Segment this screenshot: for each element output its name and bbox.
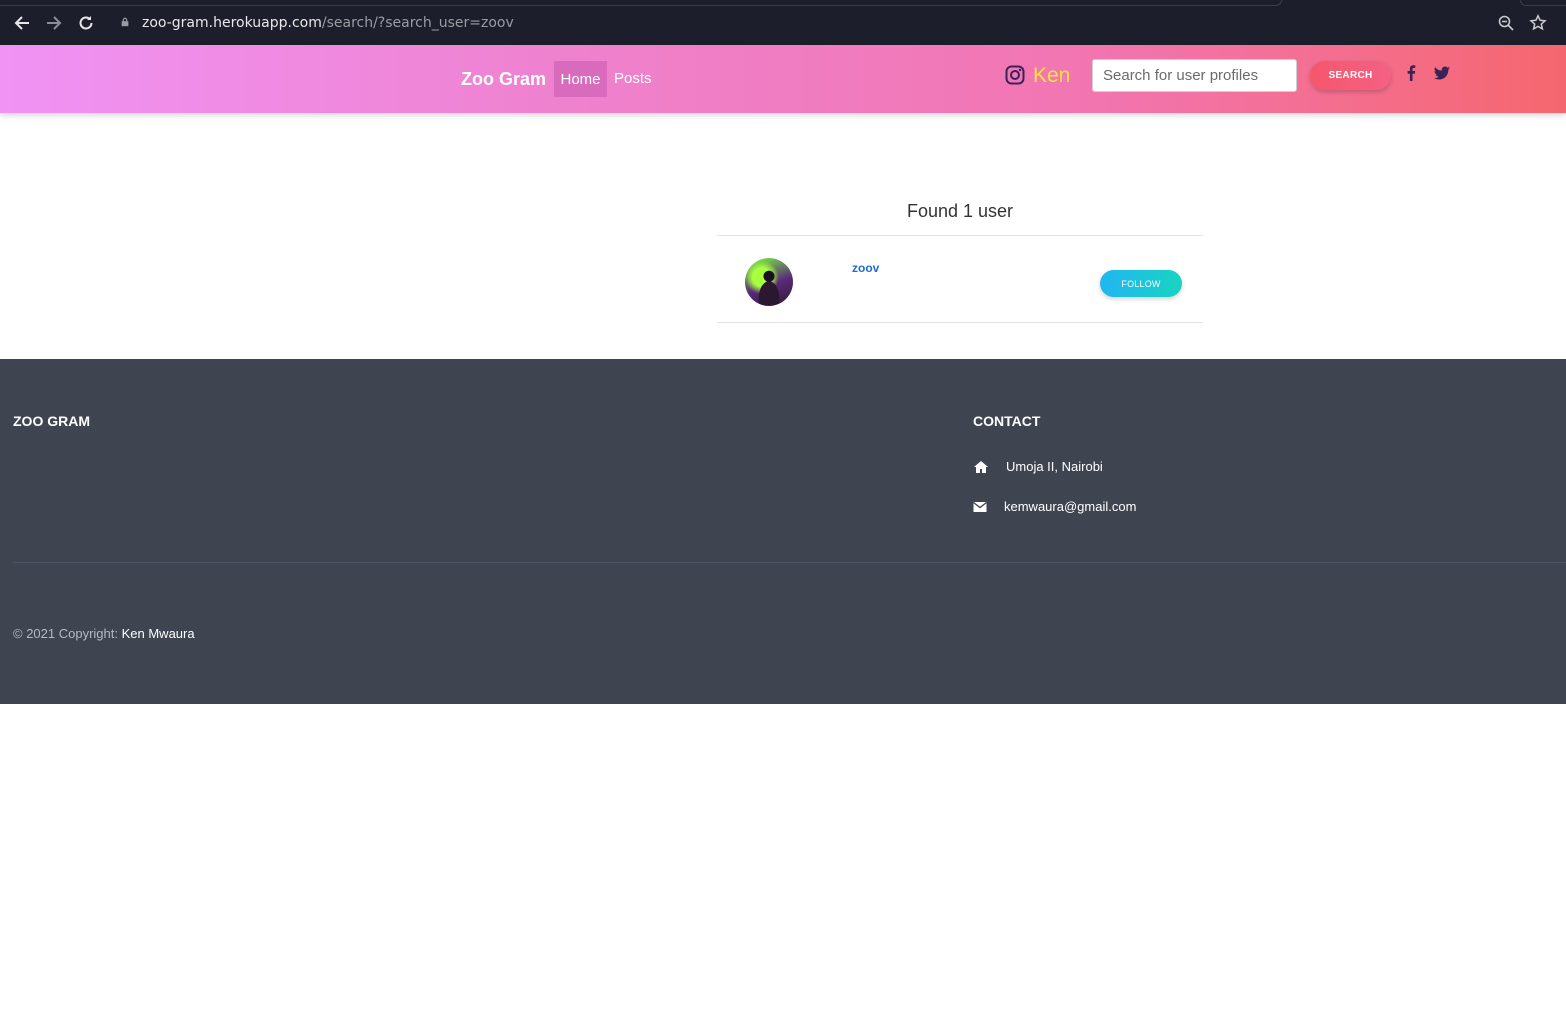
browser-toolbar: zoo-gram.herokuapp.com/search/?search_us…	[0, 0, 1566, 45]
result-username-link[interactable]: zoov	[852, 261, 879, 275]
facebook-icon[interactable]	[1403, 64, 1419, 82]
url-path: /search/?search_user=zoov	[321, 15, 514, 31]
user-result-row: zoov FOLLOW	[717, 236, 1203, 323]
address-text: Umoja II, Nairobi	[1006, 459, 1103, 474]
back-arrow-icon[interactable]	[11, 12, 33, 34]
twitter-icon[interactable]	[1433, 64, 1451, 82]
tab-strip-edge	[0, 0, 1282, 6]
avatar[interactable]	[745, 258, 793, 306]
reload-icon[interactable]	[75, 12, 97, 34]
search-button[interactable]: SEARCH	[1310, 61, 1391, 90]
nav-link-home[interactable]: Home	[554, 61, 607, 97]
instagram-icon[interactable]	[1005, 65, 1025, 85]
copyright-prefix: © 2021 Copyright:	[13, 626, 118, 641]
envelope-icon	[973, 501, 987, 512]
email-text: kemwaura@gmail.com	[1004, 499, 1137, 514]
nav-link-posts[interactable]: Posts	[614, 70, 652, 87]
bookmark-star-icon[interactable]	[1529, 14, 1547, 32]
brand-link[interactable]: Zoo Gram	[461, 69, 546, 90]
url-host: zoo-gram.herokuapp.com	[142, 15, 322, 31]
search-input[interactable]	[1092, 59, 1297, 92]
results-heading: Found 1 user	[717, 190, 1203, 236]
tab-strip-edge-right	[1520, 0, 1566, 6]
footer: ZOO GRAM CONTACT Umoja II, Nairobi kemwa…	[0, 359, 1566, 704]
search-results: Found 1 user zoov FOLLOW	[717, 190, 1203, 323]
home-icon	[974, 460, 988, 473]
address-bar[interactable]: zoo-gram.herokuapp.com/search/?search_us…	[142, 15, 514, 31]
footer-brand-title: ZOO GRAM	[13, 413, 90, 429]
contact-email: kemwaura@gmail.com	[973, 499, 1136, 514]
contact-address: Umoja II, Nairobi	[973, 459, 1103, 474]
copyright: © 2021 Copyright: Ken Mwaura	[13, 626, 195, 641]
lock-icon	[121, 17, 129, 27]
current-username[interactable]: Ken	[1033, 64, 1070, 88]
zoom-icon[interactable]	[1497, 14, 1515, 32]
navbar: Zoo Gram Home Posts Ken SEARCH	[0, 45, 1566, 113]
follow-button[interactable]: FOLLOW	[1100, 270, 1182, 297]
footer-divider	[13, 562, 1566, 563]
footer-contact-title: CONTACT	[973, 413, 1041, 429]
copyright-owner-link[interactable]: Ken Mwaura	[122, 626, 195, 641]
forward-arrow-icon[interactable]	[43, 12, 65, 34]
